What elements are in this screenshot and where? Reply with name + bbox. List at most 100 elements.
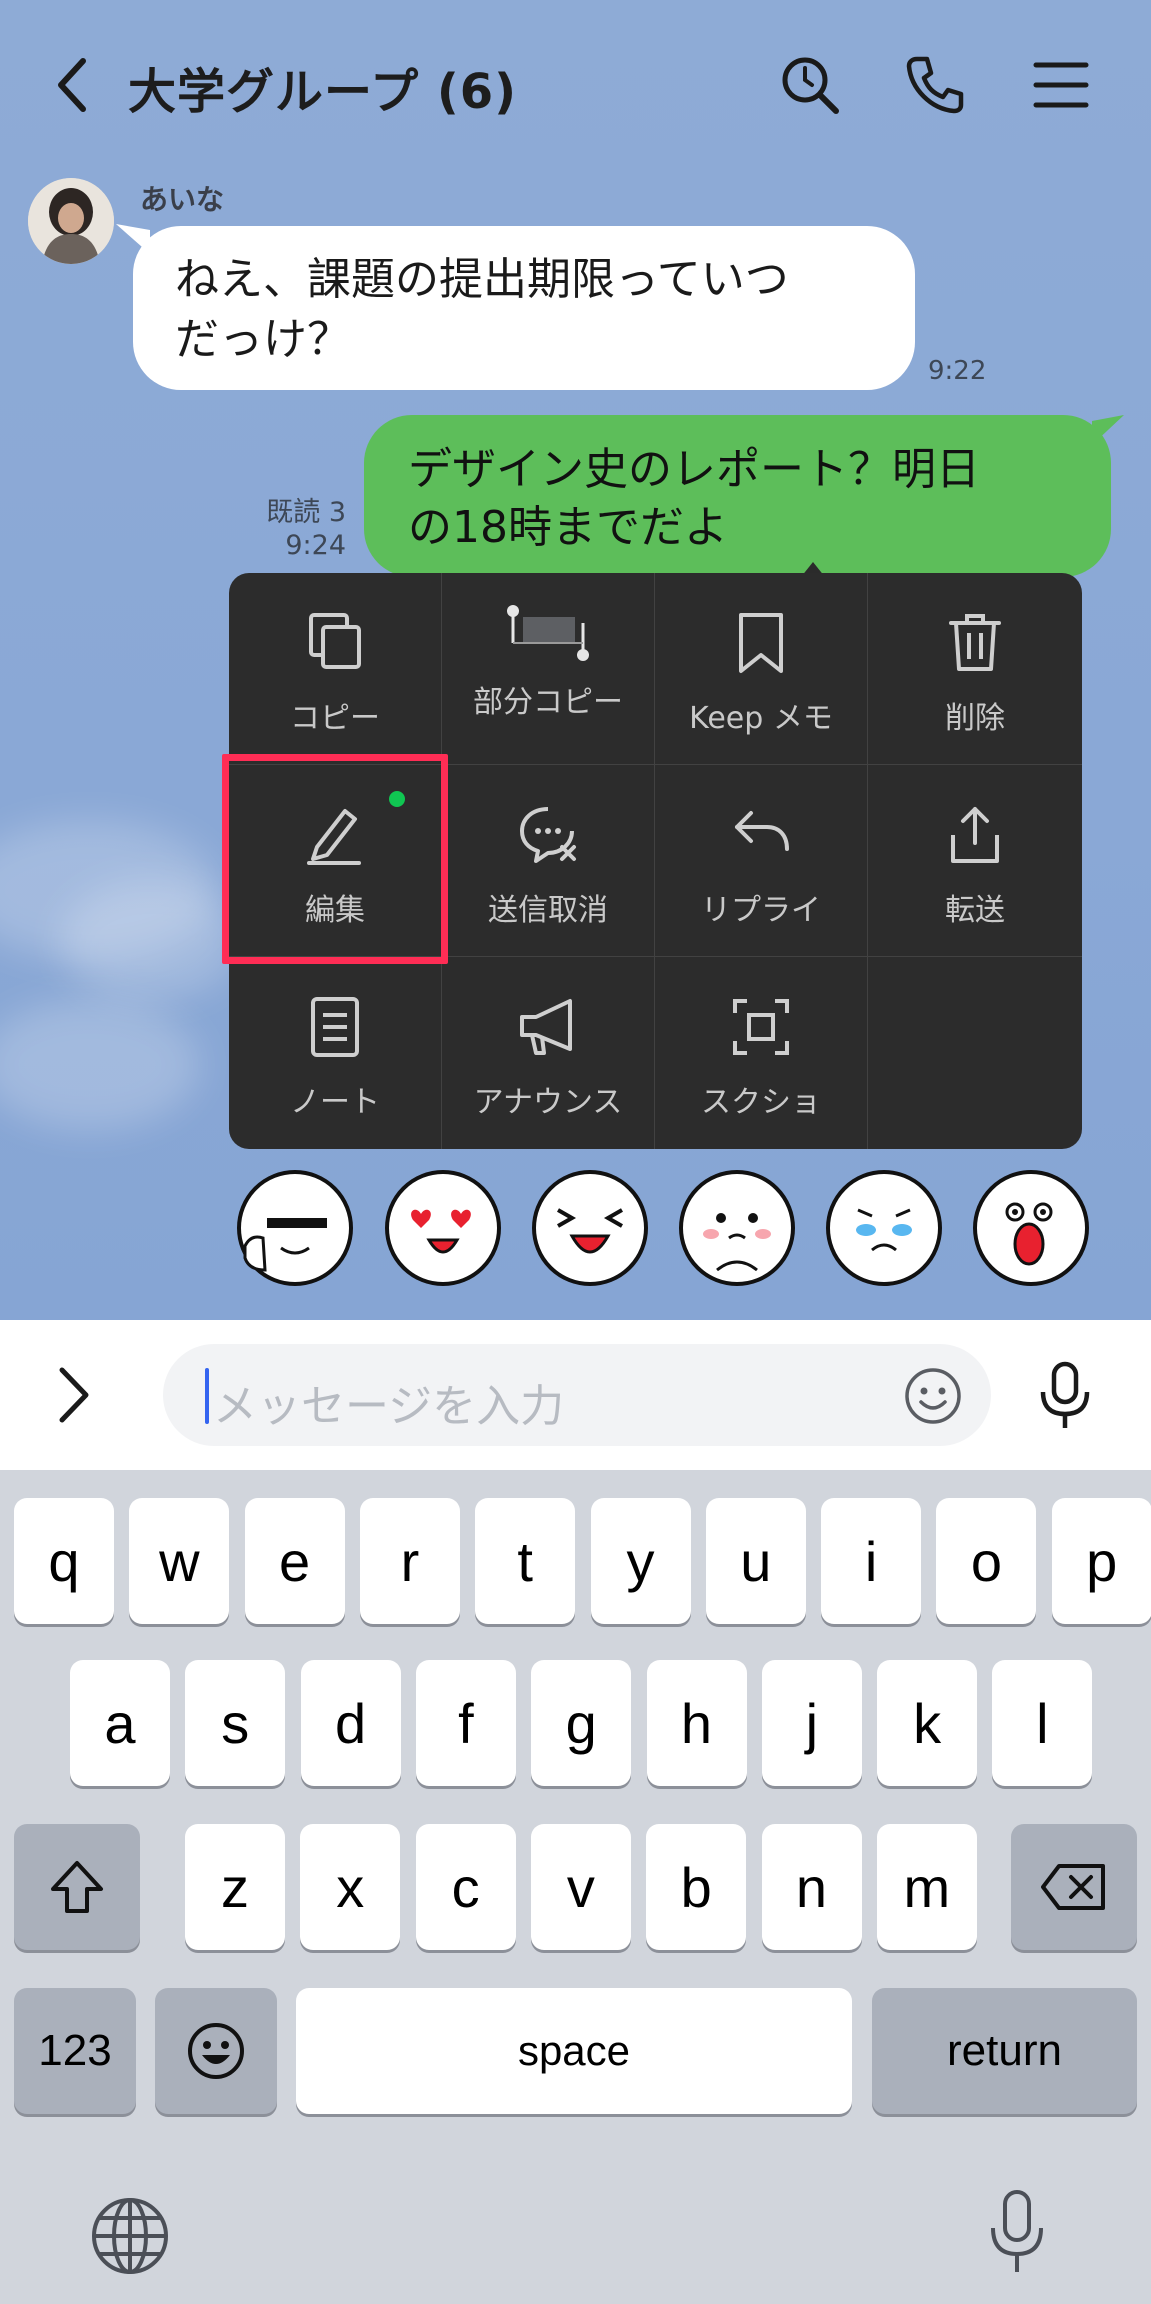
message-text-line: ねえ、課題の提出期限っていつ — [175, 254, 789, 305]
edit-highlight-box — [222, 754, 448, 964]
key-q[interactable]: q — [14, 1498, 114, 1624]
backspace-icon — [1041, 1864, 1105, 1910]
menu-item-screenshot[interactable]: スクショ — [655, 957, 868, 1149]
key-d[interactable]: d — [300, 1660, 401, 1786]
microphone-icon[interactable] — [1035, 1360, 1095, 1436]
key-s[interactable]: s — [185, 1660, 286, 1786]
bookmark-icon — [739, 613, 783, 673]
menu-item-copy[interactable]: コピー — [229, 573, 442, 765]
key-i[interactable]: i — [821, 1498, 922, 1624]
menu-item-note[interactable]: ノート — [229, 957, 442, 1149]
key-p[interactable]: p — [1051, 1498, 1151, 1624]
key-j[interactable]: j — [761, 1660, 862, 1786]
key-r[interactable]: r — [359, 1498, 460, 1624]
key-a[interactable]: a — [70, 1660, 170, 1786]
outgoing-message-bubble[interactable]: デザイン史のレポート？明日 の18時までだよ — [364, 415, 1111, 577]
pleading-sticker[interactable] — [679, 1170, 795, 1286]
emoji-key[interactable] — [155, 1988, 277, 2114]
menu-item-unsend[interactable]: 送信取消 — [442, 765, 655, 957]
message-text-line: の18時までだよ — [408, 502, 728, 553]
megaphone-icon — [520, 999, 572, 1055]
menu-item-label: コピー — [290, 701, 380, 736]
key-o[interactable]: o — [936, 1498, 1037, 1624]
menu-item-keep-memo[interactable]: Keep メモ — [655, 573, 868, 765]
key-v[interactable]: v — [530, 1824, 631, 1950]
key-n[interactable]: n — [761, 1824, 862, 1950]
key-f[interactable]: f — [415, 1660, 516, 1786]
menu-item-label: ノート — [290, 1085, 380, 1120]
unsend-icon — [520, 807, 576, 863]
globe-icon[interactable] — [88, 2194, 172, 2282]
key-b[interactable]: b — [646, 1824, 747, 1950]
key-h[interactable]: h — [646, 1660, 747, 1786]
sender-name: あいな — [140, 183, 225, 216]
chat-title: 大学グループ (6) — [128, 64, 518, 120]
read-receipt: 既読 3 — [266, 497, 346, 528]
phone-icon[interactable] — [900, 50, 970, 120]
menu-icon[interactable] — [1026, 50, 1096, 120]
message-timestamp: 9:24 — [285, 530, 346, 561]
shift-key[interactable] — [14, 1824, 140, 1950]
menu-item-label: リプライ — [701, 893, 821, 928]
thumbs-up-sticker[interactable] — [237, 1170, 353, 1286]
menu-item-partial-copy[interactable]: 部分コピー — [442, 573, 655, 765]
menu-item-delete[interactable]: 削除 — [868, 573, 1082, 765]
chat-header: 大学グループ (6) — [0, 0, 1151, 170]
shocked-sticker[interactable] — [973, 1170, 1089, 1286]
key-x[interactable]: x — [300, 1824, 401, 1950]
note-icon — [311, 997, 359, 1057]
menu-item-forward[interactable]: 転送 — [868, 765, 1082, 957]
space-key[interactable]: space — [296, 1988, 852, 2114]
screenshot-icon — [733, 999, 789, 1055]
menu-item-label: 削除 — [945, 701, 1005, 736]
search-icon[interactable] — [775, 50, 845, 120]
key-k[interactable]: k — [877, 1660, 978, 1786]
menu-item-label: 部分コピー — [473, 685, 623, 720]
emoji-face-icon — [188, 2023, 244, 2079]
menu-item-label: 転送 — [945, 893, 1005, 928]
key-e[interactable]: e — [244, 1498, 345, 1624]
crying-sticker[interactable] — [826, 1170, 942, 1286]
trash-icon — [949, 614, 1001, 671]
key-u[interactable]: u — [705, 1498, 806, 1624]
backspace-key[interactable] — [1011, 1824, 1137, 1950]
back-arrow-icon[interactable] — [38, 50, 108, 120]
share-icon — [951, 807, 999, 863]
key-z[interactable]: z — [185, 1824, 285, 1950]
key-m[interactable]: m — [876, 1824, 977, 1950]
chat-area: 大学グループ (6) あいな ねえ、課題の提出期限っていつ だっけ？ 9:22 … — [0, 0, 1151, 1320]
key-t[interactable]: t — [475, 1498, 576, 1624]
expand-arrow-icon[interactable] — [48, 1362, 98, 1432]
key-l[interactable]: l — [992, 1660, 1093, 1786]
shift-arrow-icon — [51, 1861, 103, 1913]
menu-empty-cell — [868, 957, 1082, 1149]
menu-item-label: アナウンス — [473, 1085, 623, 1120]
message-text-line: デザイン史のレポート？明日 — [408, 444, 980, 495]
menu-item-label: Keep メモ — [689, 701, 833, 736]
text-cursor — [205, 1368, 209, 1424]
input-placeholder: メッセージを入力 — [213, 1381, 565, 1432]
dictation-microphone-icon[interactable] — [985, 2188, 1049, 2284]
key-c[interactable]: c — [415, 1824, 516, 1950]
key-g[interactable]: g — [531, 1660, 632, 1786]
heart-eyes-sticker[interactable] — [385, 1170, 501, 1286]
numbers-key[interactable]: 123 — [14, 1988, 136, 2114]
key-y[interactable]: y — [590, 1498, 691, 1624]
keyboard: qwertyuiop asdfghjkl zxcvbnm 123 space r… — [0, 1470, 1151, 2304]
message-input[interactable]: メッセージを入力 — [163, 1344, 991, 1446]
menu-item-label: 送信取消 — [488, 893, 608, 928]
menu-item-reply[interactable]: リプライ — [655, 765, 868, 957]
avatar[interactable] — [28, 178, 114, 264]
key-w[interactable]: w — [129, 1498, 230, 1624]
reply-icon — [735, 811, 789, 851]
return-key[interactable]: return — [872, 1988, 1137, 2114]
message-input-bar: メッセージを入力 — [0, 1320, 1151, 1470]
message-text-line: だっけ？ — [175, 314, 351, 365]
incoming-message-bubble[interactable]: ねえ、課題の提出期限っていつ だっけ？ — [133, 226, 915, 390]
copy-icon — [309, 613, 361, 669]
menu-item-label: スクショ — [701, 1085, 821, 1120]
laughing-sticker[interactable] — [532, 1170, 648, 1286]
menu-item-announce[interactable]: アナウンス — [442, 957, 655, 1149]
emoji-icon[interactable] — [903, 1366, 963, 1430]
message-timestamp: 9:22 — [928, 356, 987, 386]
